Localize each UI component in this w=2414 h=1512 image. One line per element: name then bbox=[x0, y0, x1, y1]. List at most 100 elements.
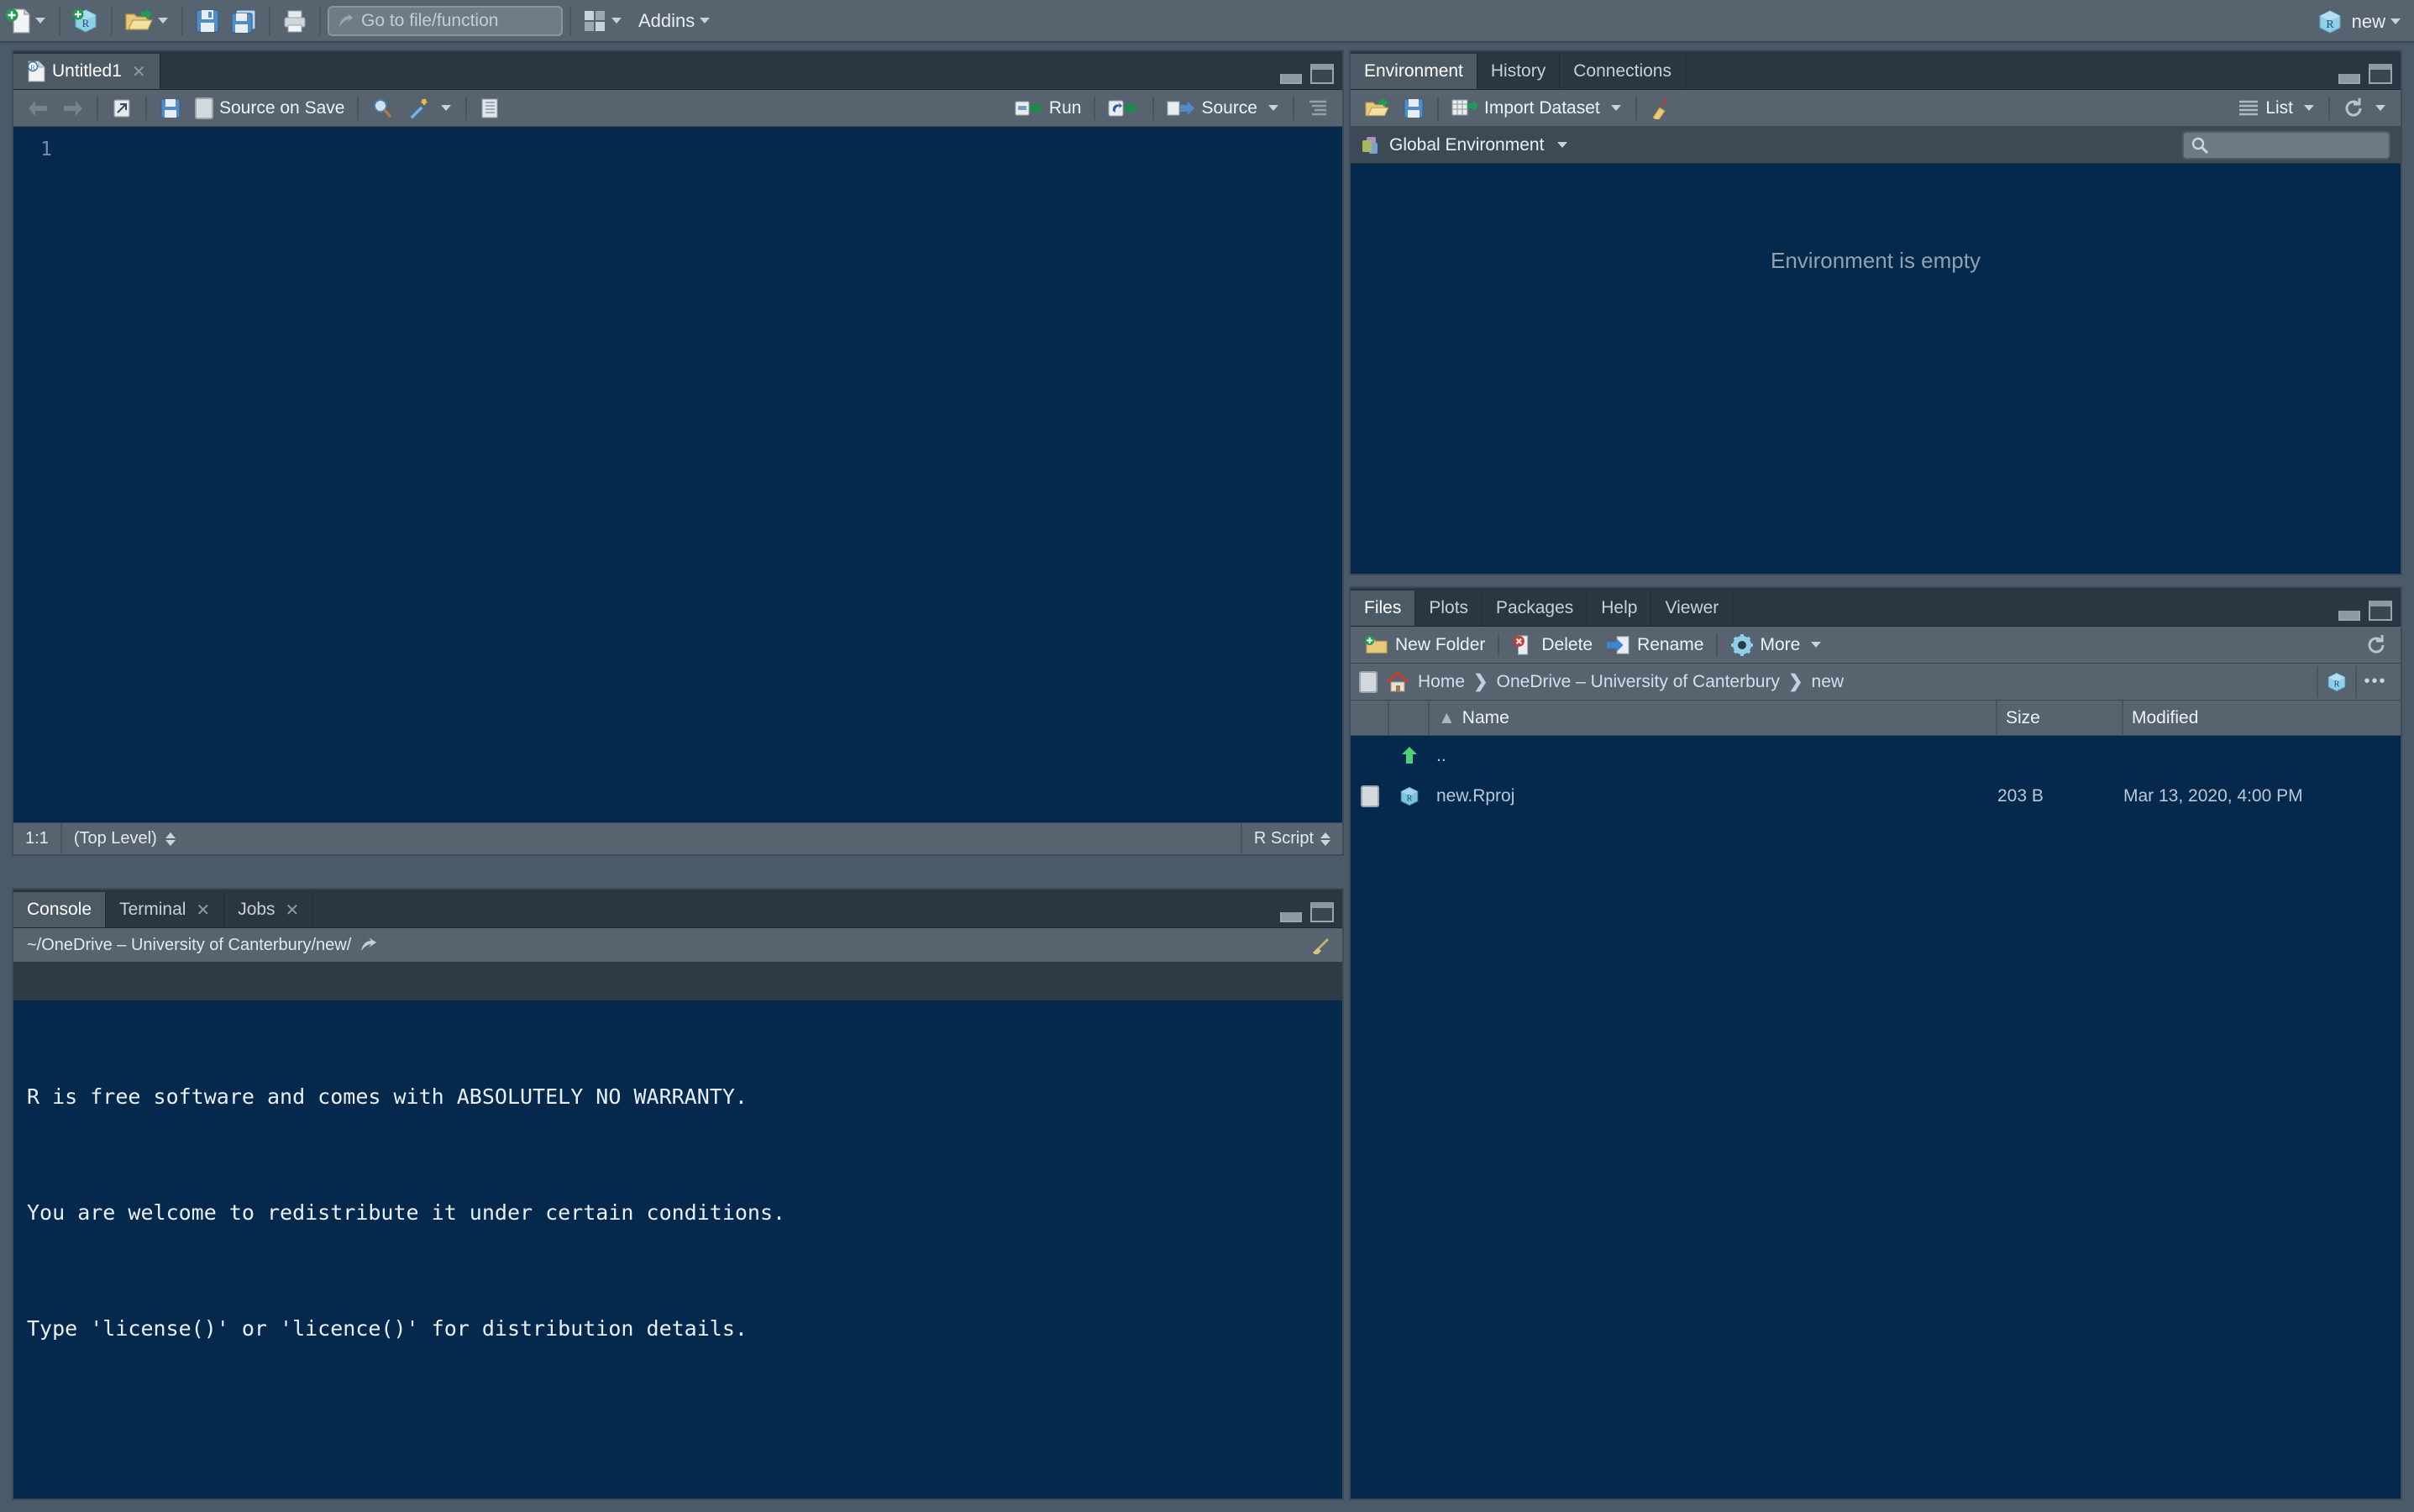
addins-button[interactable]: Addins bbox=[628, 3, 716, 39]
minimize-icon[interactable] bbox=[2338, 74, 2360, 84]
refresh-files-button[interactable] bbox=[2359, 629, 2394, 661]
cursor-position: 1:1 bbox=[13, 823, 62, 855]
save-disk-icon bbox=[160, 97, 181, 119]
compile-report-button[interactable] bbox=[473, 92, 506, 124]
maximize-icon[interactable] bbox=[1310, 64, 1334, 84]
console-working-directory[interactable]: ~/OneDrive – University of Canterbury/ne… bbox=[27, 936, 351, 955]
editor-code-area[interactable] bbox=[60, 127, 1342, 822]
source-editor[interactable]: 1 bbox=[13, 127, 1342, 822]
console-output[interactable]: R is free software and comes with ABSOLU… bbox=[13, 1000, 1342, 1499]
tab-plots-label: Plots bbox=[1429, 598, 1468, 618]
new-folder-button[interactable]: New Folder bbox=[1357, 629, 1492, 661]
minimize-icon[interactable] bbox=[2338, 611, 2360, 621]
tab-connections[interactable]: Connections bbox=[1560, 54, 1686, 89]
rename-button[interactable]: Rename bbox=[1599, 629, 1710, 661]
arrow-left-icon bbox=[27, 99, 49, 118]
maximize-icon[interactable] bbox=[1310, 902, 1334, 922]
file-type-label: R Script bbox=[1254, 829, 1314, 848]
save-workspace-button[interactable] bbox=[1396, 92, 1431, 124]
tab-packages-label: Packages bbox=[1496, 598, 1573, 618]
global-environment-selector[interactable]: Global Environment bbox=[1359, 134, 1569, 156]
workspace-panes-button[interactable] bbox=[578, 3, 628, 39]
save-all-button[interactable] bbox=[225, 3, 262, 39]
source-tabbar: R Untitled1 ✕ bbox=[13, 51, 1342, 90]
clear-workspace-button[interactable] bbox=[1643, 92, 1680, 124]
tab-plots[interactable]: Plots bbox=[1415, 591, 1483, 626]
svg-text:R: R bbox=[2333, 680, 2340, 689]
load-workspace-button[interactable] bbox=[1357, 92, 1396, 124]
svg-text:R: R bbox=[82, 17, 90, 29]
row-checkbox-cell[interactable] bbox=[1351, 785, 1389, 807]
close-icon[interactable]: ✕ bbox=[196, 900, 210, 921]
clear-console-icon[interactable] bbox=[1310, 936, 1330, 954]
file-type-selector[interactable]: R Script bbox=[1241, 823, 1342, 855]
save-button[interactable] bbox=[190, 3, 225, 39]
scope-selector[interactable]: (Top Level) bbox=[62, 823, 187, 855]
breadcrumb-item-onedrive[interactable]: OneDrive – University of Canterbury bbox=[1497, 672, 1780, 692]
row-name[interactable]: .. bbox=[1430, 746, 1997, 766]
tab-packages[interactable]: Packages bbox=[1483, 591, 1587, 626]
new-project-button[interactable]: R bbox=[67, 3, 104, 39]
delete-button[interactable]: Delete bbox=[1505, 629, 1599, 661]
environment-toolbar-right: List bbox=[2231, 92, 2394, 124]
tab-console[interactable]: Console bbox=[13, 892, 106, 927]
column-modified[interactable]: Modified bbox=[2123, 701, 2401, 736]
refresh-environment-button[interactable] bbox=[2336, 92, 2394, 124]
rerun-button[interactable] bbox=[1101, 92, 1147, 124]
row-name[interactable]: new.Rproj bbox=[1430, 786, 1997, 806]
column-name[interactable]: ▲ Name bbox=[1430, 701, 1997, 736]
source-run-button[interactable]: Source bbox=[1160, 92, 1287, 124]
more-button[interactable]: More bbox=[1724, 629, 1829, 661]
import-dataset-button[interactable]: Import Dataset bbox=[1445, 92, 1629, 124]
code-tools-button[interactable] bbox=[400, 92, 459, 124]
tab-help[interactable]: Help bbox=[1587, 591, 1651, 626]
tab-history[interactable]: History bbox=[1477, 54, 1560, 89]
more-paths-button[interactable]: ••• bbox=[2355, 666, 2394, 698]
save-disk-icon bbox=[195, 8, 220, 34]
find-replace-button[interactable] bbox=[365, 92, 400, 124]
close-icon[interactable]: ✕ bbox=[132, 61, 146, 82]
select-all-checkbox[interactable] bbox=[1359, 671, 1378, 693]
navigate-arrow-icon bbox=[336, 12, 354, 30]
tab-terminal[interactable]: Terminal ✕ bbox=[106, 892, 224, 927]
maximize-icon[interactable] bbox=[2369, 601, 2392, 621]
run-button[interactable]: Run bbox=[1008, 92, 1089, 124]
open-in-files-icon[interactable] bbox=[359, 937, 378, 953]
close-icon[interactable]: ✕ bbox=[286, 900, 300, 921]
minimize-icon[interactable] bbox=[1280, 912, 1302, 922]
forward-button[interactable] bbox=[55, 92, 91, 124]
view-mode-button[interactable]: List bbox=[2231, 92, 2322, 124]
list-view-icon bbox=[2238, 99, 2259, 118]
environment-search-input[interactable] bbox=[2182, 131, 2390, 160]
document-outline-button[interactable] bbox=[1300, 92, 1336, 124]
print-button[interactable] bbox=[277, 3, 312, 39]
table-row[interactable]: R new.Rproj 203 B Mar 13, 2020, 4:00 PM bbox=[1351, 776, 2401, 816]
source-save-button[interactable] bbox=[153, 92, 188, 124]
delete-label: Delete bbox=[1541, 635, 1593, 655]
minimize-icon[interactable] bbox=[1280, 74, 1302, 84]
open-file-button[interactable] bbox=[119, 3, 175, 39]
back-button[interactable] bbox=[20, 92, 55, 124]
popout-window-icon bbox=[111, 97, 133, 119]
home-icon[interactable] bbox=[1386, 671, 1409, 693]
source-on-save-checkbox[interactable]: Source on Save bbox=[188, 92, 351, 124]
chevron-down-icon bbox=[611, 18, 622, 24]
row-checkbox[interactable] bbox=[1361, 785, 1379, 807]
column-size-label: Size bbox=[2006, 708, 2040, 728]
popout-button[interactable] bbox=[104, 92, 139, 124]
new-file-button[interactable] bbox=[0, 3, 52, 39]
table-row[interactable]: .. bbox=[1351, 736, 2401, 776]
column-size[interactable]: Size bbox=[1997, 701, 2123, 736]
tab-environment[interactable]: Environment bbox=[1351, 54, 1477, 89]
breadcrumb-item-new[interactable]: new bbox=[1812, 672, 1845, 692]
source-tab-untitled1[interactable]: R Untitled1 ✕ bbox=[13, 54, 160, 89]
tab-jobs[interactable]: Jobs ✕ bbox=[224, 892, 313, 927]
go-to-project-directory-button[interactable]: R bbox=[2317, 666, 2355, 698]
project-selector[interactable]: R new bbox=[2317, 0, 2402, 43]
breadcrumb-item-home[interactable]: Home bbox=[1418, 672, 1465, 692]
maximize-icon[interactable] bbox=[2369, 64, 2392, 84]
tab-viewer[interactable]: Viewer bbox=[1651, 591, 1733, 626]
tab-files[interactable]: Files bbox=[1351, 591, 1415, 626]
divider bbox=[269, 7, 270, 35]
go-to-file-input[interactable]: Go to file/function bbox=[328, 6, 563, 36]
